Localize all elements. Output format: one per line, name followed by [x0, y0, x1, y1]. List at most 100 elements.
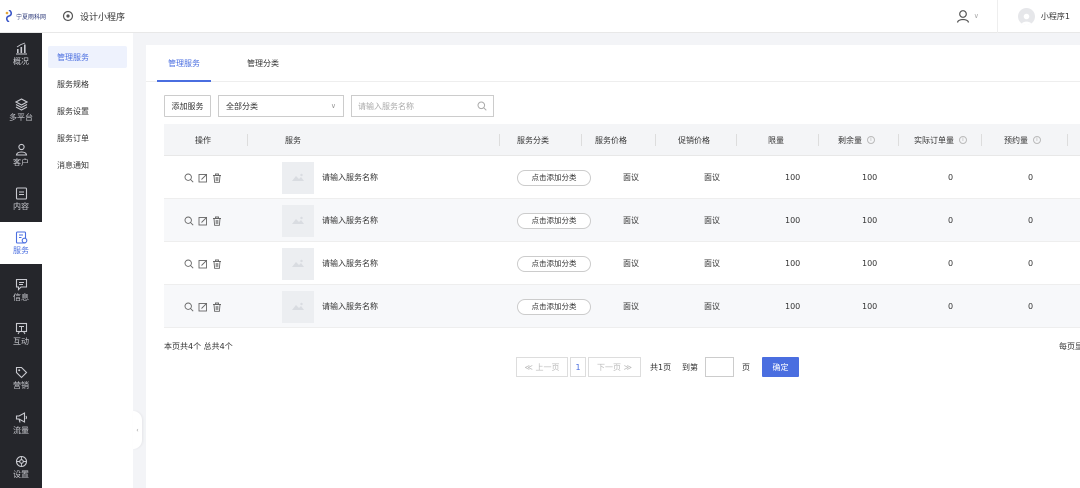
promo-cell: 面议 [704, 259, 720, 268]
user-icon [956, 10, 969, 23]
tab-manage-service[interactable]: 管理服务 [168, 45, 200, 82]
nav-item-customers[interactable]: 客户 [0, 134, 42, 176]
row-actions [184, 156, 226, 199]
image-icon [292, 302, 304, 310]
table-row: 请输入服务名称 点击添加分类 面议 面议 100 100 0 0 [164, 285, 1080, 328]
view-icon[interactable] [184, 259, 194, 269]
price-cell: 面议 [623, 302, 639, 311]
gear-icon [15, 455, 27, 467]
row-actions [184, 285, 226, 328]
chart-icon [15, 42, 27, 54]
goto-page-input[interactable] [705, 357, 734, 377]
row-actions [184, 199, 226, 242]
service-name[interactable]: 请输入服务名称 [322, 242, 378, 285]
header-divider [736, 134, 737, 146]
subnav-item-service-spec[interactable]: 服务规格 [48, 73, 127, 95]
view-icon[interactable] [184, 173, 194, 183]
service-thumbnail[interactable] [282, 285, 314, 328]
add-category-button[interactable]: 点击添加分类 [517, 212, 591, 229]
search-icon[interactable] [477, 101, 487, 111]
brand-logo[interactable]: 宁夏雨科网 [0, 10, 52, 22]
user-menu[interactable]: ∨ [956, 9, 979, 23]
info-icon[interactable]: i [1033, 136, 1041, 144]
service-icon [15, 230, 27, 244]
edit-icon[interactable] [198, 259, 208, 269]
edit-icon[interactable] [198, 302, 208, 312]
miniprogram-icon [62, 10, 74, 22]
service-thumbnail[interactable] [282, 199, 314, 242]
nav-label: 互动 [13, 336, 29, 346]
add-service-button[interactable]: 添加服务 [164, 95, 211, 117]
pagination: ≪ 上一页 1 下一页 ≫ 共1页 到第 页 确定 [516, 357, 806, 377]
collapse-sidebar-handle[interactable]: ‹ [133, 411, 142, 449]
view-icon[interactable] [184, 216, 194, 226]
nav-label: 服务 [13, 245, 29, 255]
next-page-button[interactable]: 下一页 ≫ [588, 357, 641, 377]
subnav-item-manage-service[interactable]: 管理服务 [48, 46, 127, 68]
nav-item-multiplatform[interactable]: 多平台 [0, 89, 42, 131]
nav-item-content[interactable]: 内容 [0, 178, 42, 220]
category-select[interactable]: 全部分类 ∨ [218, 95, 344, 117]
reserved-cell: 0 [1028, 216, 1034, 225]
table-row: 请输入服务名称 点击添加分类 面议 面议 100 100 0 0 [164, 242, 1080, 285]
nav-label: 概况 [13, 56, 29, 66]
nav-item-settings[interactable]: 设置 [0, 446, 42, 488]
nav-item-service[interactable]: 服务 [0, 222, 42, 264]
image-icon [292, 216, 304, 224]
header-remaining-label: 剩余量 [838, 135, 862, 145]
add-category-button[interactable]: 点击添加分类 [517, 298, 591, 315]
subnav-item-service-settings[interactable]: 服务设置 [48, 100, 127, 122]
header-reserved-label: 预约量 [1004, 135, 1028, 145]
nav-item-info[interactable]: 信息 [0, 269, 42, 311]
header-limit: 限量 [768, 135, 784, 145]
header-promo: 促销价格 [678, 135, 710, 145]
nav-item-overview[interactable]: 概况 [0, 33, 42, 75]
nav-label: 多平台 [9, 112, 33, 122]
category-cell: 点击添加分类 [517, 242, 591, 285]
design-miniprogram-tab[interactable]: 设计小程序 [62, 10, 125, 23]
account-menu[interactable]: 小程序1 [998, 7, 1080, 25]
delete-icon[interactable] [212, 216, 222, 226]
add-category-button[interactable]: 点击添加分类 [517, 169, 591, 186]
service-thumbnail[interactable] [282, 242, 314, 285]
search-input[interactable] [358, 101, 468, 111]
delete-icon[interactable] [212, 259, 222, 269]
subnav-item-service-orders[interactable]: 服务订单 [48, 127, 127, 149]
info-icon[interactable]: i [867, 136, 875, 144]
orders-cell: 0 [948, 302, 954, 311]
header-divider [655, 134, 656, 146]
interact-icon [15, 322, 27, 334]
app-tab-label: 设计小程序 [80, 12, 126, 23]
add-category-button[interactable]: 点击添加分类 [517, 255, 591, 272]
orders-cell: 0 [948, 173, 954, 182]
nav-label: 信息 [13, 292, 29, 302]
confirm-button[interactable]: 确定 [762, 357, 799, 377]
service-name[interactable]: 请输入服务名称 [322, 285, 378, 328]
service-thumbnail[interactable] [282, 156, 314, 199]
tab-manage-category[interactable]: 管理分类 [247, 45, 279, 82]
subnav-item-notifications[interactable]: 消息通知 [48, 154, 127, 176]
service-search [351, 95, 494, 117]
image-icon [292, 259, 304, 267]
row-actions [184, 242, 226, 285]
prev-page-button[interactable]: ≪ 上一页 [516, 357, 568, 377]
view-icon[interactable] [184, 302, 194, 312]
header-orders: 实际订单量 i [914, 124, 967, 156]
page-number-button[interactable]: 1 [570, 357, 586, 377]
delete-icon[interactable] [212, 302, 222, 312]
orders-cell: 0 [948, 259, 954, 268]
service-name[interactable]: 请输入服务名称 [322, 199, 378, 242]
edit-icon[interactable] [198, 173, 208, 183]
edit-icon[interactable] [198, 216, 208, 226]
delete-icon[interactable] [212, 173, 222, 183]
limit-cell: 100 [785, 173, 801, 182]
nav-item-marketing[interactable]: 营销 [0, 357, 42, 399]
nav-item-interact[interactable]: 互动 [0, 313, 42, 355]
limit-cell: 100 [785, 259, 801, 268]
header-divider [818, 134, 819, 146]
info-icon[interactable]: i [959, 136, 967, 144]
megaphone-icon [15, 411, 27, 423]
service-name[interactable]: 请输入服务名称 [322, 156, 378, 199]
nav-item-traffic[interactable]: 流量 [0, 402, 42, 444]
top-header: 宁夏雨科网 设计小程序 ∨ 小程序1 [0, 0, 1080, 33]
